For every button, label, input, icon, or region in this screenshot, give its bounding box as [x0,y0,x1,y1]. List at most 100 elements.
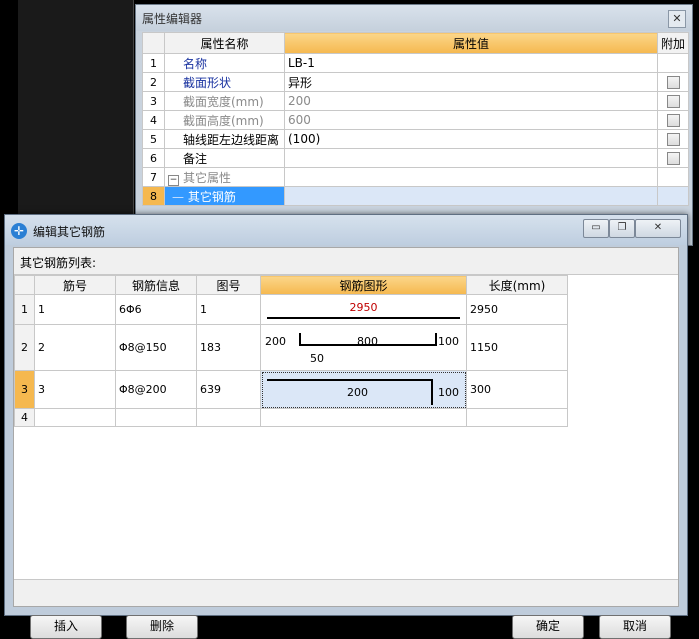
rebar-list-label: 其它钢筋列表: [20,256,97,270]
rebar-shape-cell[interactable]: 200 800 100 50 [260,324,467,371]
rebar-shape-cell[interactable]: 200 100 [260,370,467,409]
property-editor-window: 属性编辑器 ✕ 属性名称 属性值 附加 1 名称 LB-1 2 截面形状 异形 … [135,4,693,246]
extra-checkbox[interactable] [666,114,680,127]
extra-checkbox[interactable] [666,76,680,89]
rebar-row[interactable]: 1 1 6Φ6 1 2950 2950 [14,294,568,325]
shape-straight-bar [267,317,460,319]
insert-button[interactable]: 插入 [30,615,102,639]
row-number: 2 [14,324,35,371]
property-row[interactable]: 5 轴线距左边线距离 (100) [142,129,689,149]
property-row-selected[interactable]: 8 — 其它钢筋 [142,186,689,206]
property-row[interactable]: 1 名称 LB-1 [142,53,689,73]
property-value[interactable]: 200 [284,91,658,111]
dialog-close-button[interactable]: ✕ [635,219,681,238]
length-cell[interactable] [466,408,568,427]
extra-checkbox[interactable] [666,95,680,108]
property-row[interactable]: 2 截面形状 异形 [142,72,689,92]
property-row[interactable]: 6 备注 [142,148,689,168]
property-value[interactable] [284,186,658,206]
row-number: 6 [142,148,165,168]
property-name: 轴线距左边线距离 [164,129,285,149]
rebar-info-cell[interactable]: Φ8@200 [115,370,197,409]
rebar-info-cell[interactable] [115,408,197,427]
row-number: 8 [142,186,165,206]
shape-mid-dimension: 200 [347,386,368,399]
extra-checkbox[interactable] [666,152,680,165]
property-name-label: 其它钢筋 [187,189,236,204]
property-group-name: − 其它属性 [164,167,285,187]
bar-number-cell[interactable] [34,408,116,427]
collapse-toggle-icon[interactable]: − [168,174,179,186]
header-property-name[interactable]: 属性名称 [164,32,285,54]
property-value[interactable]: 异形 [284,72,658,92]
rebar-row-empty[interactable]: 4 [14,408,568,427]
bar-number-cell[interactable]: 1 [34,294,116,325]
header-property-value[interactable]: 属性值 [284,32,658,54]
group-label: 其它属性 [183,170,232,185]
property-value[interactable]: (100) [284,129,658,149]
rebar-row-selected[interactable]: 3 3 Φ8@200 639 200 100 300 [14,370,568,409]
extra-cell [657,186,689,206]
rebar-row[interactable]: 2 2 Φ8@150 183 200 800 100 50 1150 [14,324,568,371]
length-cell[interactable]: 2950 [466,294,568,325]
property-table-header: 属性名称 属性值 附加 [142,32,689,54]
extra-cell [657,91,689,111]
bar-number-cell[interactable]: 2 [34,324,116,371]
row-number: 4 [142,110,165,130]
figure-number-cell[interactable] [196,408,261,427]
extra-cell [657,53,689,73]
shape-right-dimension: 100 [438,386,459,399]
extra-cell [657,72,689,92]
row-number: 7 [142,167,165,187]
rebar-shape-cell[interactable] [260,408,467,427]
header-rebar-info[interactable]: 钢筋信息 [115,275,197,295]
header-rebar-shape[interactable]: 钢筋图形 [260,275,467,295]
bar-number-cell[interactable]: 3 [34,370,116,409]
restore-button[interactable]: ❐ [609,219,635,238]
shape-top-dimension: 2950 [349,301,378,314]
property-row[interactable]: 3 截面宽度(mm) 200 [142,91,689,111]
figure-number-cell[interactable]: 639 [196,370,261,409]
minimize-button[interactable]: ▭ [583,219,609,238]
property-name: 截面宽度(mm) [164,91,285,111]
property-group-row[interactable]: 7 − 其它属性 [142,167,689,187]
rebar-shape-cell[interactable]: 2950 [260,294,467,325]
figure-number-cell[interactable]: 1 [196,294,261,325]
header-extra[interactable]: 附加 [657,32,689,54]
header-figure-number[interactable]: 图号 [196,275,261,295]
extra-cell [657,148,689,168]
cancel-button[interactable]: 取消 [599,615,671,639]
property-name: 备注 [164,148,285,168]
row-number: 3 [142,91,165,111]
rebar-grid-area[interactable]: 筋号 钢筋信息 图号 钢筋图形 长度(mm) 1 1 6Φ6 1 2950 29… [14,274,678,580]
dialog-body: 其它钢筋列表: 筋号 钢筋信息 图号 钢筋图形 长度(mm) 1 1 6Φ6 1 [13,247,679,639]
property-value[interactable] [284,148,658,168]
property-value[interactable]: 600 [284,110,658,130]
property-name[interactable]: — 其它钢筋 [164,186,285,206]
delete-button[interactable]: 删除 [126,615,198,639]
header-length[interactable]: 长度(mm) [466,275,568,295]
property-editor-close-button[interactable]: ✕ [668,10,686,28]
shape-right-dimension: 100 [438,335,459,348]
rebar-info-cell[interactable]: Φ8@150 [115,324,197,371]
length-cell[interactable]: 300 [466,370,568,409]
length-cell[interactable]: 1150 [466,324,568,371]
figure-number-cell[interactable]: 183 [196,324,261,371]
dialog-title: 编辑其它钢筋 [33,225,106,239]
extra-checkbox[interactable] [666,133,680,146]
header-bar-number[interactable]: 筋号 [34,275,116,295]
property-table: 属性名称 属性值 附加 1 名称 LB-1 2 截面形状 异形 3 截面宽度(m… [142,32,689,206]
ok-button[interactable]: 确定 [512,615,584,639]
property-row[interactable]: 4 截面高度(mm) 600 [142,110,689,130]
header-index [142,32,165,54]
row-number: 2 [142,72,165,92]
rebar-grid: 筋号 钢筋信息 图号 钢筋图形 长度(mm) 1 1 6Φ6 1 2950 29… [14,275,568,427]
row-number: 4 [14,408,35,427]
rebar-info-cell[interactable]: 6Φ6 [115,294,197,325]
property-name: 截面高度(mm) [164,110,285,130]
shape-left-dimension: 200 [265,335,286,348]
shape-bottom-dimension: 50 [310,352,324,365]
property-value [284,167,658,187]
row-number: 3 [14,370,35,409]
property-value[interactable]: LB-1 [284,53,658,73]
